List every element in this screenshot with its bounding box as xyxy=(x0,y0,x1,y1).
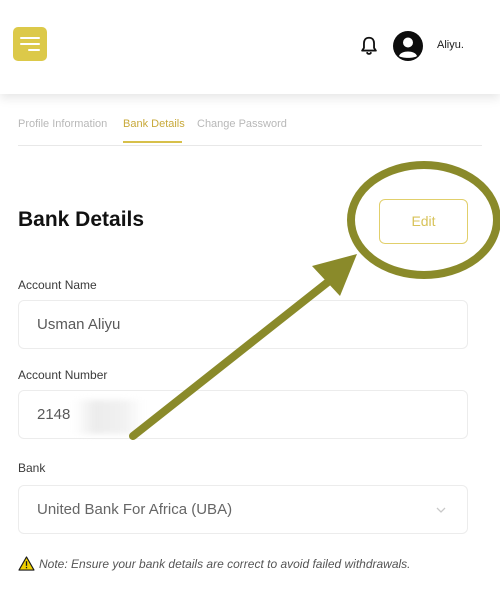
redaction-blur xyxy=(74,400,144,434)
account-name-label: Account Name xyxy=(18,278,97,292)
chevron-down-icon[interactable] xyxy=(436,506,446,514)
hamburger-menu-button[interactable] xyxy=(13,27,47,61)
account-name-field[interactable]: Usman Aliyu xyxy=(18,300,468,349)
tab-bank-details[interactable]: Bank Details xyxy=(123,118,185,130)
bank-label: Bank xyxy=(18,461,46,475)
settings-tabs: Profile Information Bank Details Change … xyxy=(18,112,482,146)
tab-profile-information[interactable]: Profile Information xyxy=(18,118,107,130)
active-tab-indicator xyxy=(123,141,182,143)
page-title: Bank Details xyxy=(18,208,145,231)
user-avatar-icon[interactable] xyxy=(393,31,423,61)
annotation-arrow-head xyxy=(312,254,357,296)
app-header: Aliyu. xyxy=(0,0,500,94)
account-number-label: Account Number xyxy=(18,368,108,382)
username-label[interactable]: Aliyu. xyxy=(437,39,464,51)
warning-note: Note: Ensure your bank details are corre… xyxy=(18,556,488,571)
warning-note-text: Note: Ensure your bank details are corre… xyxy=(39,557,411,571)
tab-change-password[interactable]: Change Password xyxy=(197,118,287,130)
bank-select[interactable]: United Bank For Africa (UBA) xyxy=(18,485,468,534)
menu-line xyxy=(20,43,40,45)
menu-line xyxy=(28,49,40,51)
edit-button[interactable]: Edit xyxy=(379,199,468,244)
warning-icon xyxy=(18,556,35,571)
bell-icon[interactable] xyxy=(358,35,380,57)
menu-line xyxy=(20,37,40,39)
